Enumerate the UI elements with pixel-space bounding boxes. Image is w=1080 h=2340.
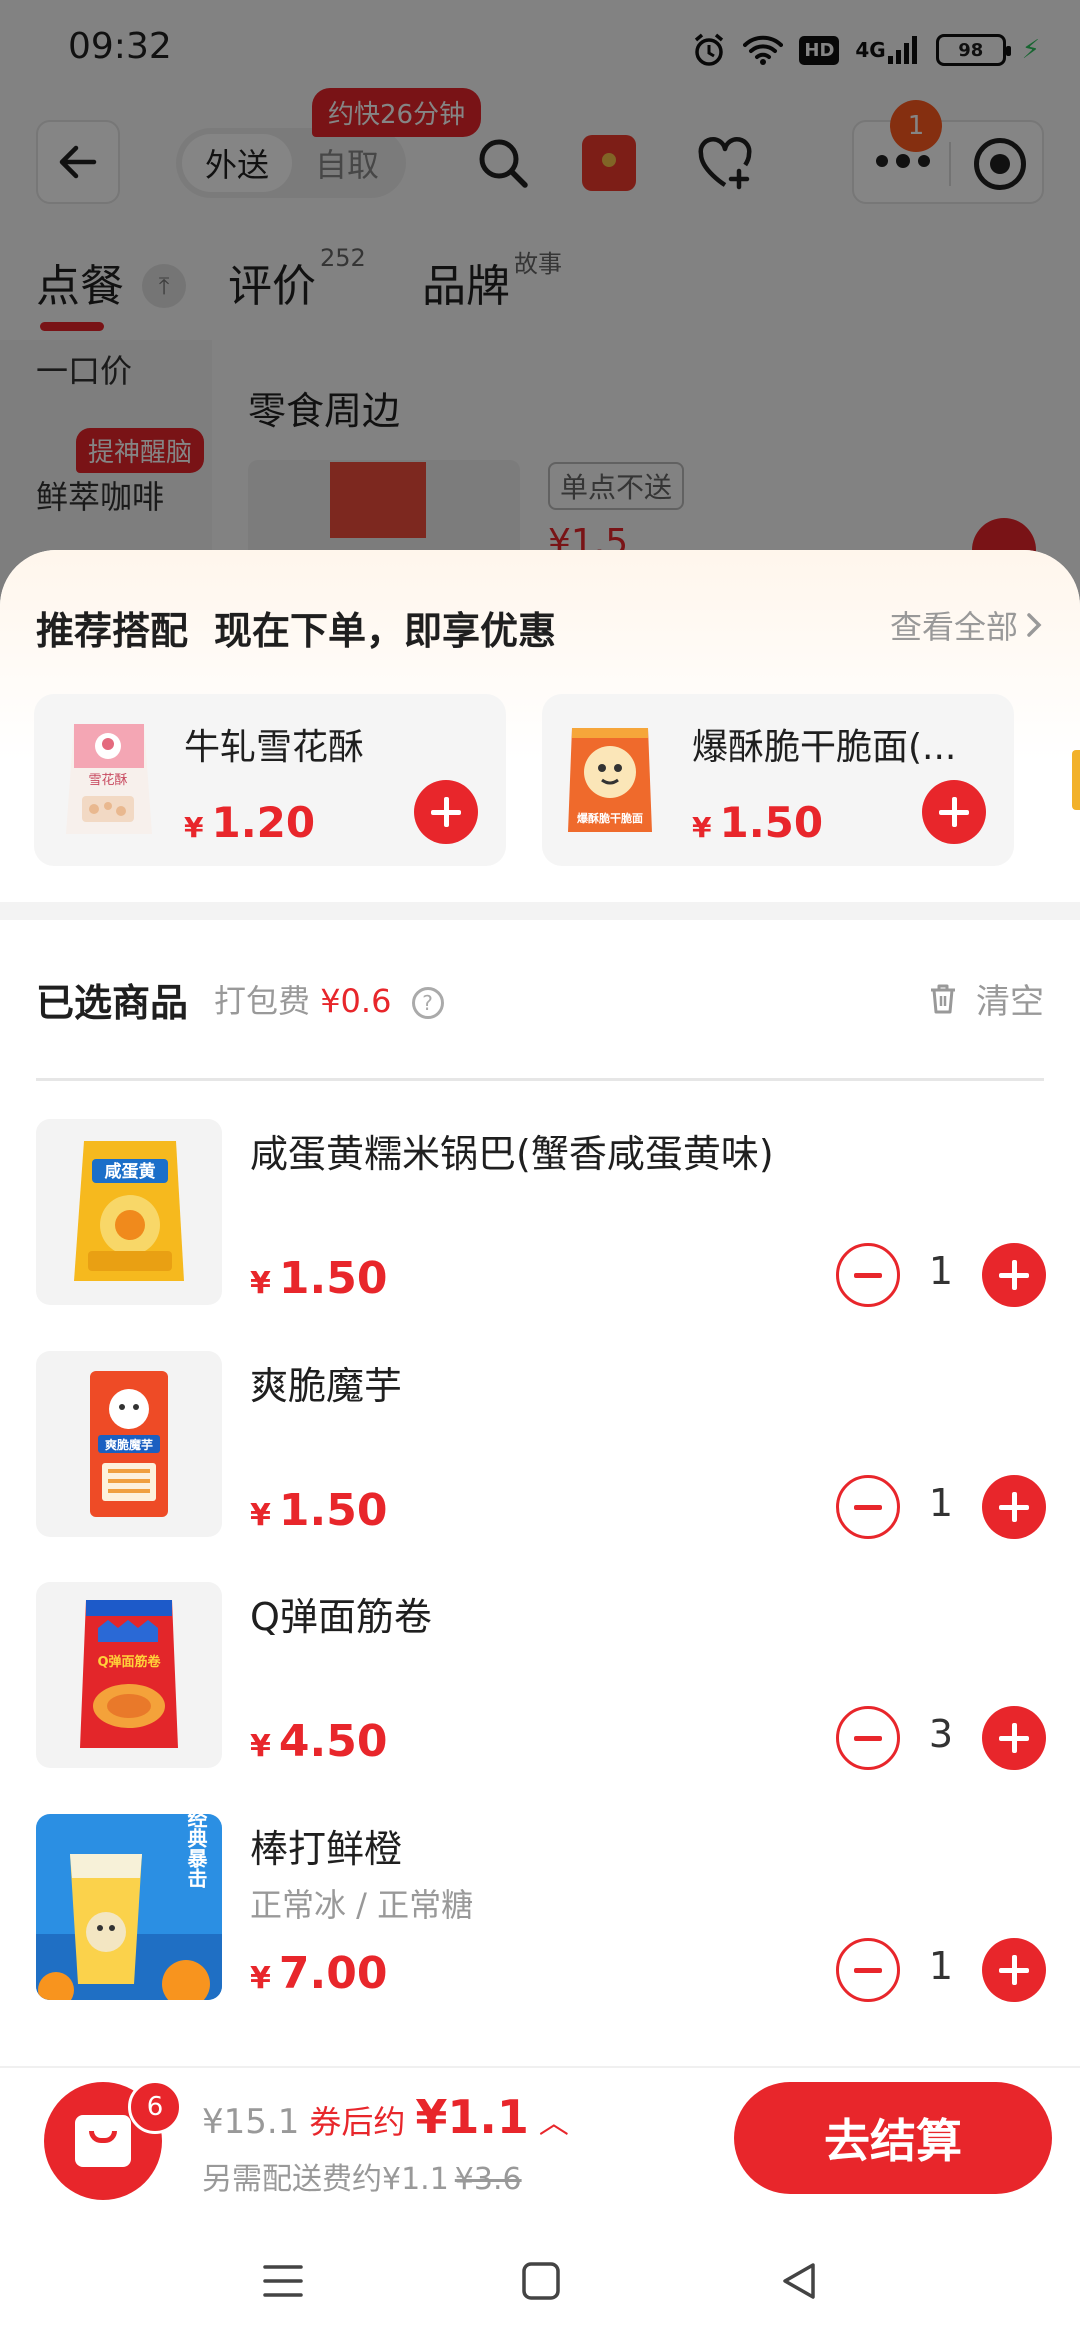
package-text: 爆酥脆干脆面 [577, 811, 643, 825]
increase-button[interactable] [982, 1938, 1046, 2002]
product-image: 爆酥脆干脆面 [558, 716, 662, 844]
increase-button[interactable] [982, 1243, 1046, 1307]
recommend-price: ¥1.20 [184, 798, 315, 847]
product-image: 爽脆魔芋 [36, 1351, 222, 1537]
menu-icon [263, 2265, 303, 2297]
item-quantity: 1 [928, 1249, 954, 1293]
item-price: ¥1.50 [250, 1485, 387, 1536]
item-name: 咸蛋黄糯米锅巴(蟹香咸蛋黄味) [250, 1132, 774, 1176]
quantity-stepper: 1 [836, 1938, 1046, 2004]
currency-symbol: ¥ [250, 1729, 271, 1764]
currency-symbol: ¥ [250, 1266, 271, 1301]
currency-symbol: ¥ [184, 811, 204, 844]
section-divider [0, 902, 1080, 920]
after-coupon-price: ¥1.1 [415, 2090, 529, 2144]
currency-symbol: ¥ [250, 1961, 271, 1996]
packing-fee: 打包费 ¥0.6 ? [214, 976, 444, 1022]
quantity-stepper: 1 [836, 1243, 1046, 1309]
cart-title: 已选商品 [36, 981, 189, 1025]
package-text: 雪花酥 [88, 772, 127, 788]
item-quantity: 1 [928, 1481, 954, 1525]
help-icon[interactable]: ? [411, 987, 444, 1019]
header-divider [36, 1078, 1044, 1081]
item-quantity: 1 [928, 1944, 954, 1988]
currency-symbol: ¥ [692, 811, 712, 844]
chevron-right-icon [1027, 613, 1042, 637]
package-text: Q弹面筋卷 [97, 1654, 161, 1670]
currency-symbol: ¥ [250, 1498, 271, 1533]
menu-nav-button[interactable] [258, 2256, 308, 2306]
add-recommend-button[interactable] [414, 780, 478, 844]
packing-fee-value: ¥0.6 [320, 982, 392, 1020]
packing-fee-label: 打包费 [214, 982, 311, 1020]
product-image: 经典暴击 [36, 1814, 222, 2000]
cart-item: 爽脆魔芋 爽脆魔芋 ¥1.50 1 [0, 1351, 1080, 1551]
system-nav-bar [0, 2216, 1080, 2340]
cart-item: 咸蛋黄 咸蛋黄糯米锅巴(蟹香咸蛋黄味) ¥1.50 1 [0, 1119, 1080, 1319]
price-value: 1.50 [719, 798, 824, 847]
back-nav-button[interactable] [774, 2256, 824, 2306]
decrease-button[interactable] [836, 1243, 900, 1307]
recommend-name: 牛轧雪花酥 [184, 727, 365, 768]
price-value: 4.50 [278, 1716, 388, 1767]
price-value: 1.20 [211, 798, 316, 847]
home-nav-button[interactable] [516, 2256, 566, 2306]
back-triangle-icon [783, 2263, 815, 2299]
package-text: 经典暴击 [184, 1814, 208, 1889]
cart-item: 经典暴击 棒打鲜橙 正常冰 / 正常糖 ¥7.00 1 [0, 1814, 1080, 2014]
product-image: 雪花酥 [56, 716, 160, 844]
recommend-card-peek [1072, 750, 1080, 810]
trash-icon [931, 984, 955, 1013]
view-all-label: 查看全部 [889, 608, 1018, 646]
package-text: 爽脆魔芋 [105, 1437, 153, 1452]
item-name: 棒打鲜橙 [250, 1827, 403, 1871]
checkout-bar: 6 ¥15.1 券后约 ¥1.1 ︿ 另需配送费约¥1.1 ¥3.6 去结算 [0, 2066, 1080, 2218]
price-value: 1.50 [278, 1253, 388, 1304]
add-recommend-button[interactable] [922, 780, 986, 844]
increase-button[interactable] [982, 1475, 1046, 1539]
cart-header: 已选商品 打包费 ¥0.6 ? 清空 [0, 920, 1080, 1030]
home-square-icon [522, 2262, 560, 2300]
view-all-link[interactable]: 查看全部 [890, 602, 1044, 648]
clear-cart-button[interactable]: 清空 [928, 974, 1044, 1023]
price-value: 1.50 [278, 1485, 388, 1536]
decrease-button[interactable] [836, 1706, 900, 1770]
shopping-bag-icon [75, 2115, 131, 2167]
after-coupon-label: 券后约 [309, 2103, 406, 2141]
item-name: Q弹面筋卷 [250, 1595, 432, 1639]
recommend-name: 爆酥脆干脆面(... [692, 727, 957, 768]
product-image: Q弹面筋卷 [36, 1582, 222, 1768]
recommend-card[interactable]: 雪花酥 牛轧雪花酥 ¥1.20 [34, 694, 506, 866]
checkout-button[interactable]: 去结算 [734, 2082, 1052, 2194]
item-spec: 正常冰 / 正常糖 [250, 1886, 474, 1924]
clear-label: 清空 [976, 982, 1044, 1022]
price-summary: ¥15.1 券后约 ¥1.1 ︿ [202, 2090, 569, 2144]
cart-item: Q弹面筋卷 Q弹面筋卷 ¥4.50 3 [0, 1582, 1080, 1782]
package-text: 咸蛋黄 [105, 1161, 156, 1182]
item-price: ¥4.50 [250, 1716, 387, 1767]
increase-button[interactable] [982, 1706, 1046, 1770]
delivery-fee-note: 另需配送费约¥1.1 ¥3.6 [202, 2154, 522, 2198]
original-total: ¥15.1 [202, 2102, 300, 2142]
item-quantity: 3 [928, 1712, 954, 1756]
delivery-fee-original: ¥3.6 [454, 2162, 522, 2197]
decrease-button[interactable] [836, 1938, 900, 2002]
recommend-price: ¥1.50 [692, 798, 823, 847]
quantity-stepper: 1 [836, 1475, 1046, 1541]
cart-count-badge: 6 [128, 2080, 182, 2134]
product-image: 咸蛋黄 [36, 1119, 222, 1305]
item-price: ¥1.50 [250, 1253, 387, 1304]
item-price: ¥7.00 [250, 1948, 387, 1999]
recommend-title: 推荐搭配 [36, 609, 189, 653]
quantity-stepper: 3 [836, 1706, 1046, 1772]
recommend-subtitle: 现在下单，即享优惠 [214, 609, 557, 653]
decrease-button[interactable] [836, 1475, 900, 1539]
item-name: 爽脆魔芋 [250, 1364, 403, 1408]
recommend-card[interactable]: 爆酥脆干脆面 爆酥脆干脆面(... ¥1.50 [542, 694, 1014, 866]
chevron-up-icon[interactable]: ︿ [539, 2098, 569, 2142]
delivery-fee-text: 另需配送费约¥1.1 [202, 2162, 449, 2197]
price-value: 7.00 [278, 1948, 388, 1999]
recommend-panel: 推荐搭配 现在下单，即享优惠 查看全部 雪花酥 牛轧雪花酥 ¥1.20 爆酥脆干… [0, 550, 1080, 902]
